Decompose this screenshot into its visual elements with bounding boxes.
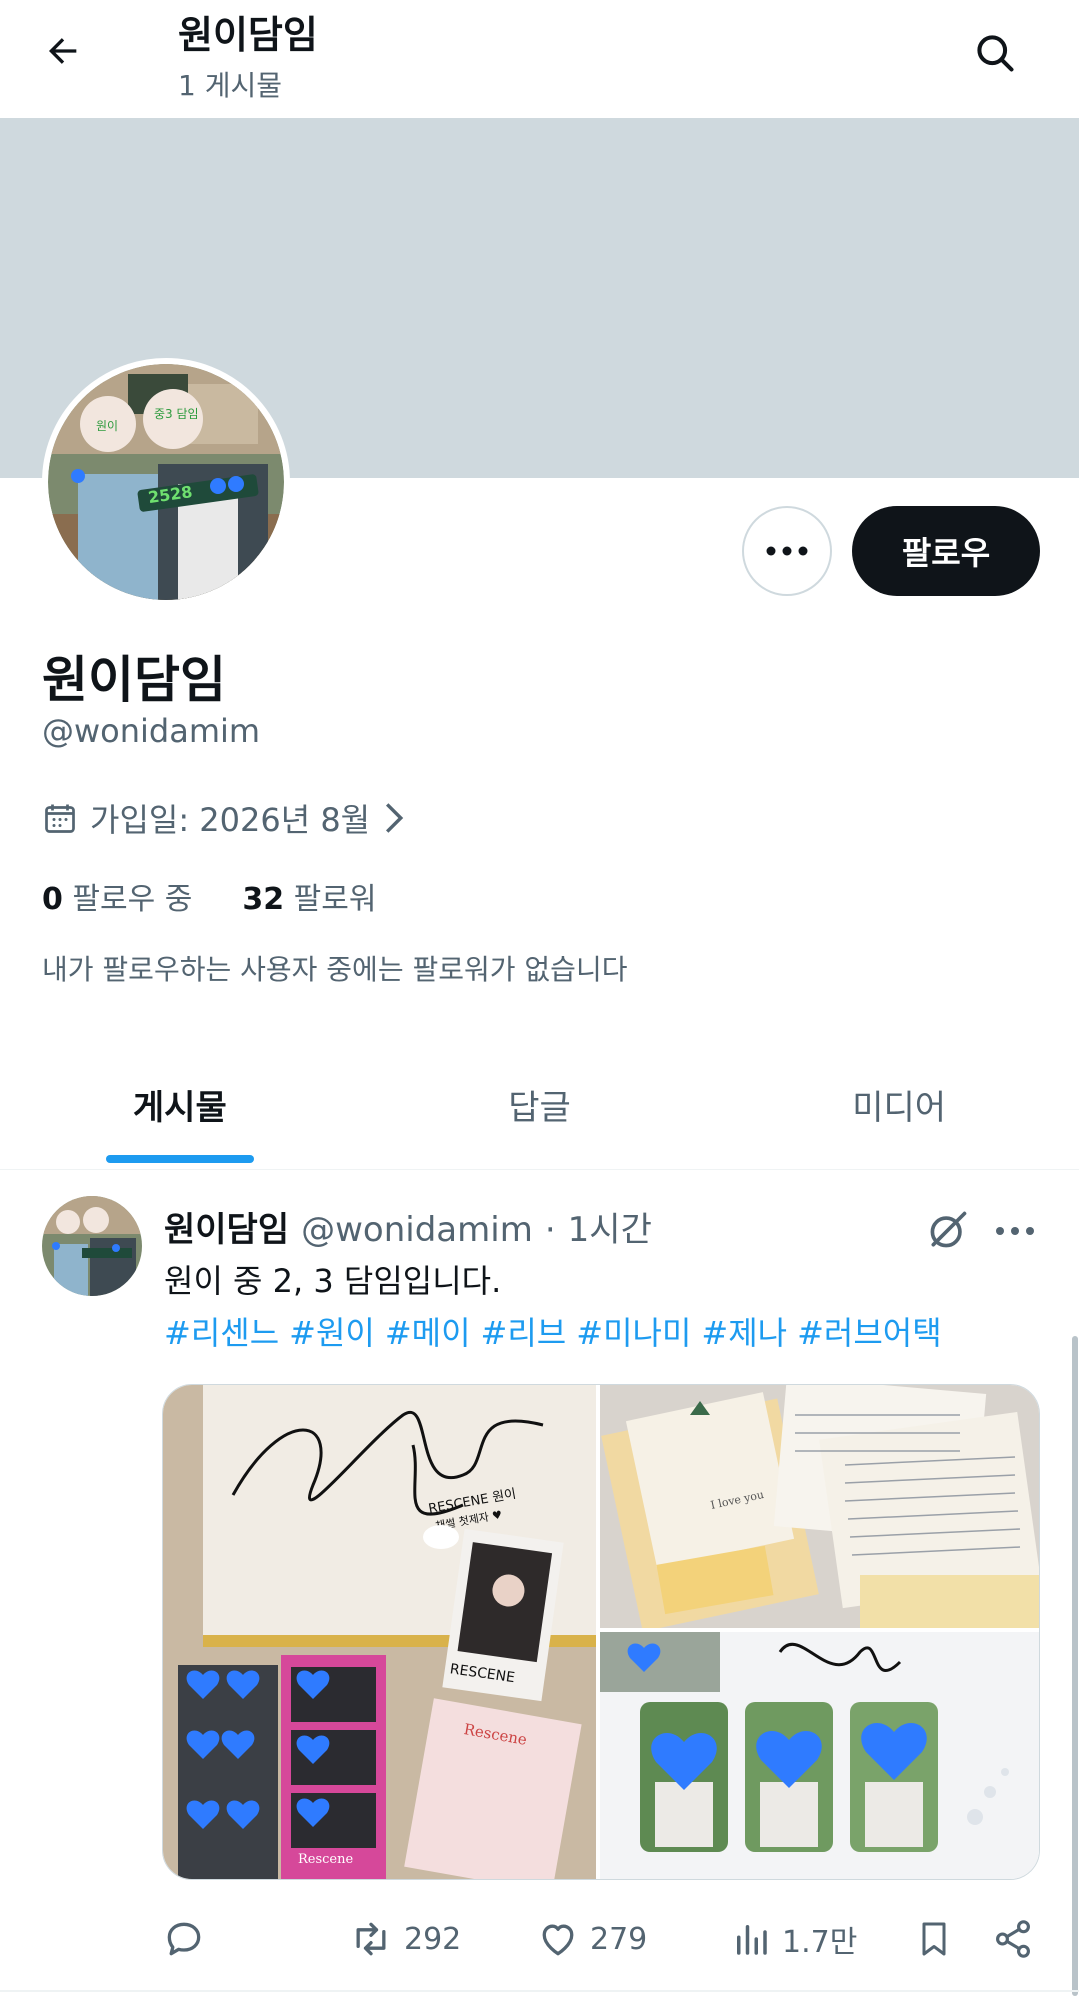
letters-photo: I love you <box>600 1385 1039 1628</box>
tab-replies-label: 답글 <box>508 1088 571 1128</box>
post-text: 원이 중 2, 3 담임입니다. <box>164 1262 502 1300</box>
followers-stat[interactable]: 32 팔로워 <box>242 874 376 918</box>
followers-label: 팔로워 <box>293 882 377 917</box>
avatar-tag-1: 원이 <box>96 419 118 433</box>
following-stat[interactable]: 0 팔로우 중 <box>42 874 192 918</box>
hashtag-link[interactable]: #원이 <box>289 1308 375 1354</box>
tab-replies[interactable]: 답글 <box>360 1040 720 1169</box>
post-author-handle[interactable]: @wonidamim <box>301 1210 533 1250</box>
bookmark-button[interactable] <box>914 1904 954 1974</box>
grok-button[interactable] <box>920 1202 976 1258</box>
scrollbar[interactable] <box>1072 1336 1078 1996</box>
joined-date[interactable]: 가입일: 2026년 8월 <box>42 795 406 841</box>
post-image-2[interactable]: I love you <box>600 1385 1039 1628</box>
top-header: 원이담임 1 게시물 <box>0 0 1079 118</box>
post-image-1[interactable]: RESCENE 원이 채썰 첫제자 ♥ RESCENE Rescene Resc… <box>163 1385 596 1879</box>
more-horizontal-icon <box>996 1227 1034 1235</box>
followers-you-know-note: 내가 팔로우하는 사용자 중에는 팔로워가 없습니다 <box>42 953 628 986</box>
heart-icon <box>542 1924 574 1956</box>
tab-media[interactable]: 미디어 <box>719 1040 1079 1169</box>
like-count: 279 <box>590 1921 648 1957</box>
profile-display-name: 원이담임 <box>42 651 226 709</box>
avatar-photo: 원이 중3 담임 2528 <box>48 364 284 600</box>
back-button[interactable] <box>38 26 88 76</box>
profile-handle: @wonidamim <box>42 712 261 750</box>
post-author-name[interactable]: 원이담임 <box>164 1202 289 1251</box>
retweet-button[interactable]: 292 <box>348 1904 461 1974</box>
retweet-icon <box>356 1922 386 1956</box>
photostrip-brand: Rescene <box>298 1852 353 1867</box>
signed-board-photo: RESCENE 원이 채썰 첫제자 ♥ RESCENE Rescene Resc… <box>163 1385 596 1879</box>
hashtag-link[interactable]: #리브 <box>481 1308 567 1354</box>
tab-posts-label: 게시물 <box>132 1088 227 1128</box>
header-post-count: 1 게시물 <box>178 69 282 102</box>
like-button[interactable]: 279 <box>536 1904 647 1974</box>
post-image-3[interactable] <box>600 1632 1039 1879</box>
follow-button[interactable]: 팔로우 <box>852 506 1040 596</box>
header-title: 원이담임 <box>178 13 318 57</box>
hashtag-link[interactable]: #미나미 <box>576 1308 691 1354</box>
post-item[interactable]: 원이담임 @wonidamim · 1시간 원이 중 2, 3 담임입니다. #… <box>0 1172 1079 1992</box>
post-hashtags: #리센느 #원이 #메이 #리브 #미나미 #제나 #러브어택 <box>164 1308 942 1354</box>
more-horizontal-icon <box>766 546 808 556</box>
joined-label: 가입일: 2026년 8월 <box>90 801 371 839</box>
post-avatar[interactable] <box>42 1196 142 1296</box>
share-button[interactable] <box>992 1904 1034 1974</box>
followers-count: 32 <box>242 882 285 917</box>
retweet-count: 292 <box>404 1921 462 1957</box>
post-timestamp[interactable]: 1시간 <box>568 1202 652 1251</box>
grok-icon <box>930 1211 967 1248</box>
search-icon <box>977 35 1014 72</box>
profile-tabs: 게시물 답글 미디어 <box>0 1040 1079 1170</box>
chevron-right-icon <box>386 803 404 833</box>
tab-media-label: 미디어 <box>852 1088 947 1128</box>
active-tab-indicator <box>105 1155 254 1163</box>
post-more-button[interactable] <box>990 1206 1040 1256</box>
reply-button[interactable] <box>162 1904 206 1974</box>
post-header: 원이담임 @wonidamim · 1시간 <box>164 1202 652 1251</box>
avatar-tag-2: 중3 담임 <box>154 407 199 421</box>
tab-posts[interactable]: 게시물 <box>0 1040 360 1169</box>
share-icon <box>996 1920 1030 1958</box>
post-media-grid: RESCENE 원이 채썰 첫제자 ♥ RESCENE Rescene Resc… <box>162 1384 1040 1880</box>
profile-more-button[interactable] <box>742 506 832 596</box>
hashtag-link[interactable]: #리센느 <box>164 1308 279 1354</box>
photocards-photo <box>600 1632 1039 1879</box>
post-separator-dot: · <box>544 1210 556 1250</box>
divider <box>0 1990 1079 1992</box>
hashtag-link[interactable]: #러브어택 <box>797 1308 942 1354</box>
profile-avatar[interactable]: 원이 중3 담임 2528 <box>42 358 290 606</box>
hashtag-link[interactable]: #메이 <box>385 1308 471 1354</box>
reply-icon <box>167 1922 201 1956</box>
hashtag-link[interactable]: #제나 <box>701 1308 787 1354</box>
following-count: 0 <box>42 882 63 917</box>
calendar-icon <box>45 804 75 833</box>
views-chart-icon <box>737 1925 767 1955</box>
following-label: 팔로우 중 <box>72 882 193 917</box>
views-button[interactable]: 1.7만 <box>730 1904 857 1974</box>
follow-stats: 0 팔로우 중 32 팔로워 <box>42 874 376 918</box>
search-button[interactable] <box>968 26 1022 80</box>
views-count: 1.7만 <box>782 1925 858 1960</box>
post-actions: 292 279 1.7만 <box>162 1904 1040 1974</box>
post-avatar-photo <box>42 1196 142 1296</box>
arrow-left-icon <box>49 38 77 64</box>
bookmark-icon <box>922 1922 946 1956</box>
